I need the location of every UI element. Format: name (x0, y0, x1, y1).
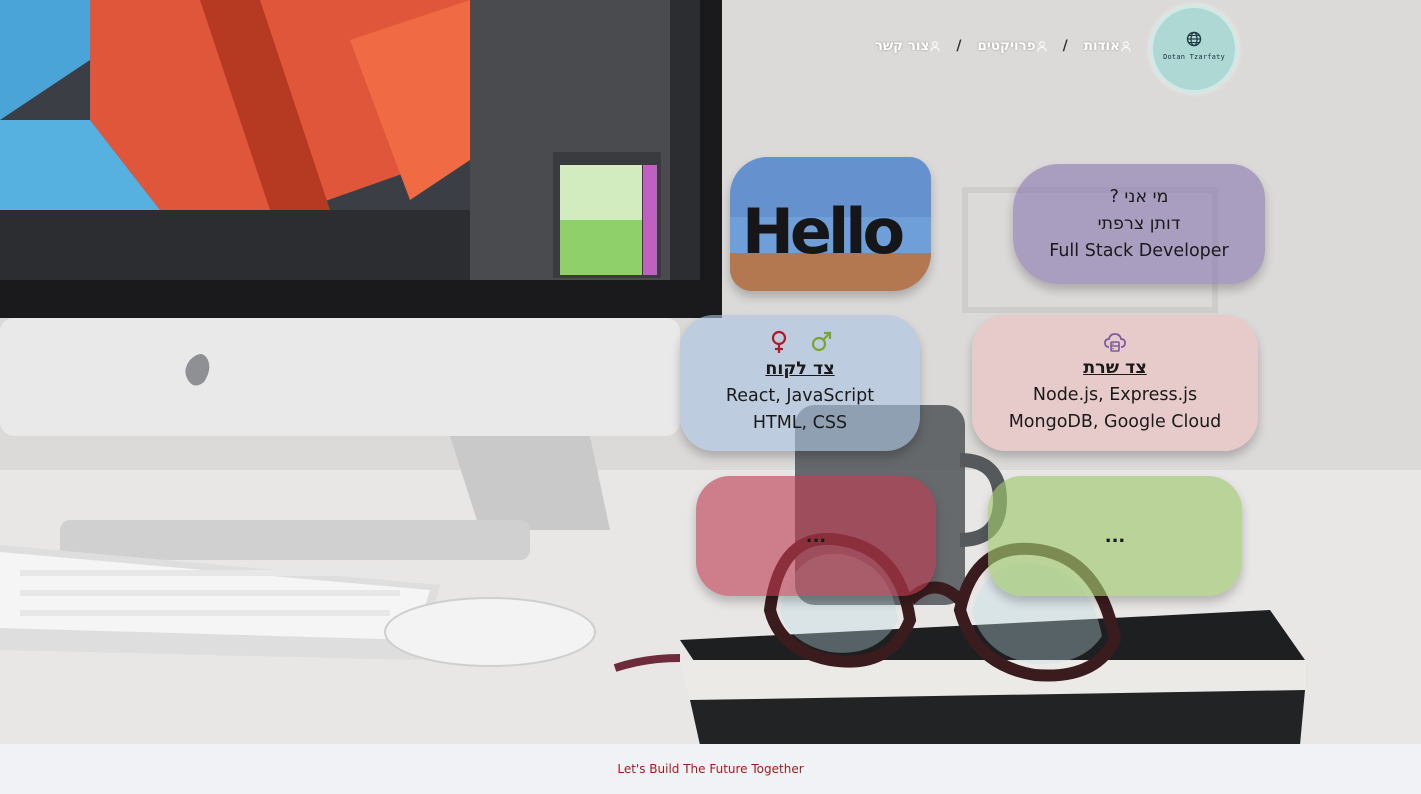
placeholder-card-1: ... (696, 476, 936, 596)
nav-separator: / (956, 38, 962, 54)
nav-item-label: אודות (1083, 38, 1120, 54)
female-icon (771, 330, 787, 353)
about-name: דותן צרפתי (1097, 213, 1181, 234)
cloud-server-icon (1104, 332, 1126, 352)
person-icon (930, 40, 940, 52)
nav-item-label: צור קשר (874, 38, 930, 54)
nav-item-label: פרויקטים (977, 38, 1036, 54)
server-side-line-1: Node.js, Express.js (1032, 384, 1198, 405)
site-logo[interactable]: Dotan Tzarfaty (1150, 5, 1238, 93)
placeholder-card-text: ... (1104, 525, 1126, 547)
server-side-card: צד שרת Node.js, Express.js MongoDB, Goog… (972, 315, 1258, 451)
server-side-line-2: MongoDB, Google Cloud (1008, 411, 1222, 432)
placeholder-card-text: ... (805, 525, 827, 547)
client-side-line-2: HTML, CSS (752, 412, 848, 433)
about-question: מי אני ? (1109, 186, 1169, 207)
client-side-line-1: React, JavaScript (725, 385, 875, 406)
male-icon (811, 331, 832, 351)
footer: Let's Build The Future Together (0, 744, 1421, 794)
footer-tagline: Let's Build The Future Together (617, 762, 804, 776)
nav-item-about[interactable]: אודות (1084, 38, 1131, 54)
main-nav: אודות / פרויקטים / צור קשר (875, 38, 1131, 54)
nav-item-contact[interactable]: צור קשר (875, 38, 941, 54)
about-role: Full Stack Developer (1049, 240, 1229, 261)
person-icon (1037, 40, 1047, 52)
globe-icon (1186, 31, 1202, 47)
client-side-title: צד לקוח (765, 358, 835, 379)
placeholder-card-2: ... (988, 476, 1242, 596)
hello-image: Hello (730, 157, 931, 291)
about-card: מי אני ? דותן צרפתי Full Stack Developer (1013, 164, 1265, 284)
person-icon (1121, 40, 1131, 52)
logo-text: Dotan Tzarfaty (1163, 53, 1225, 61)
hello-image-text: Hello (742, 195, 902, 268)
nav-separator: / (1062, 38, 1068, 54)
client-side-card: צד לקוח React, JavaScript HTML, CSS (680, 315, 920, 451)
nav-item-projects[interactable]: פרויקטים (978, 38, 1047, 54)
server-side-title: צד שרת (1083, 357, 1147, 378)
hello-image-card: Hello (730, 157, 931, 291)
